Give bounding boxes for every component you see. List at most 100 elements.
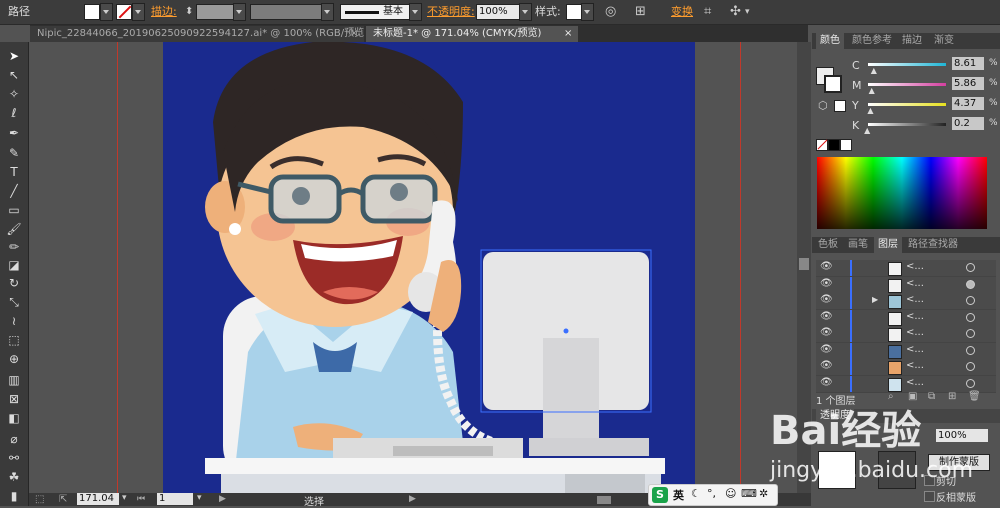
- tab-nipic-document[interactable]: Nipic_22844066_20190625090922594127.ai* …: [30, 26, 364, 42]
- visibility-eye-icon[interactable]: 👁: [820, 311, 833, 322]
- slider-y-knob[interactable]: ▲: [867, 106, 873, 115]
- tab-swatches[interactable]: 色板: [814, 237, 842, 253]
- artboard[interactable]: [163, 42, 695, 493]
- visibility-eye-icon[interactable]: 👁: [820, 261, 833, 272]
- chart-tool-icon[interactable]: ▥: [3, 372, 25, 389]
- tab-close-icon[interactable]: ×: [564, 26, 572, 42]
- zoom-dropdown-icon[interactable]: ▾: [122, 493, 127, 503]
- tab-layers[interactable]: 图层: [874, 237, 902, 253]
- rotate-tool-icon[interactable]: ↻: [3, 275, 25, 292]
- tab-untitled-document[interactable]: 未标题-1* @ 171.04% (CMYK/预览) ×: [366, 26, 578, 42]
- layer-row[interactable]: 👁 <...: [816, 342, 996, 360]
- next-page-icon[interactable]: ▶: [219, 494, 226, 504]
- ime-punctuation-icon[interactable]: °,: [707, 487, 716, 500]
- page-field[interactable]: 1: [157, 493, 193, 505]
- curvature-tool-icon[interactable]: ✎: [3, 145, 25, 162]
- stroke-weight-dropdown[interactable]: [233, 3, 246, 21]
- page-dropdown-icon[interactable]: ▾: [197, 493, 202, 503]
- lasso-tool-icon[interactable]: ℓ: [3, 105, 25, 122]
- tab-stroke[interactable]: 描边: [898, 33, 926, 49]
- canvas[interactable]: [29, 42, 807, 493]
- black-swatch[interactable]: [828, 139, 840, 151]
- column-graph-tool-icon[interactable]: ▮: [3, 488, 25, 505]
- layer-row[interactable]: 👁 <...: [816, 326, 996, 343]
- tab-pathfinder[interactable]: 路径查找器: [904, 237, 962, 253]
- layer-row[interactable]: 👁 <...: [816, 309, 996, 327]
- transform-label[interactable]: 变换: [671, 0, 693, 24]
- slider-k-knob[interactable]: ▲: [864, 126, 870, 135]
- menu-options-icon[interactable]: ✣: [730, 0, 741, 24]
- ime-moon-icon[interactable]: ☾: [691, 487, 701, 500]
- menu-options-chevron-icon[interactable]: ▾: [745, 0, 750, 24]
- selection-tool-icon[interactable]: ➤: [3, 48, 25, 65]
- slider-m[interactable]: M ▲ 5.86 %: [812, 77, 1000, 97]
- sogou-logo-icon[interactable]: S: [652, 487, 668, 503]
- layer-row[interactable]: 👁 <...: [816, 260, 996, 277]
- gradient-tool-icon[interactable]: ◧: [3, 410, 25, 427]
- opacity-label[interactable]: 不透明度:: [427, 0, 475, 24]
- white-swatch[interactable]: [840, 139, 852, 151]
- slider-m-track[interactable]: [868, 83, 946, 86]
- expand-arrow-icon[interactable]: ▶: [872, 295, 878, 304]
- target-circle-icon[interactable]: [966, 312, 975, 322]
- target-circle-icon[interactable]: [966, 345, 975, 355]
- slider-c-knob[interactable]: ▲: [871, 66, 877, 75]
- stroke-label[interactable]: 描边:: [151, 0, 177, 24]
- style-dropdown[interactable]: [581, 3, 594, 21]
- style-swatch[interactable]: [566, 4, 582, 20]
- slider-c-value[interactable]: 8.61: [952, 57, 984, 70]
- ime-tools-icon[interactable]: ✲: [759, 487, 768, 500]
- slider-k-track[interactable]: [868, 123, 946, 126]
- eyedropper-tool-icon[interactable]: ⌀: [3, 431, 25, 448]
- align-icon[interactable]: ⊞: [635, 0, 646, 24]
- tab-color[interactable]: 颜色: [816, 33, 844, 49]
- slider-c[interactable]: C ▲ 8.61 %: [812, 57, 1000, 77]
- layer-row[interactable]: 👁 ▶ <...: [816, 293, 996, 310]
- target-circle-icon[interactable]: [966, 279, 975, 289]
- layer-row[interactable]: 👁 <...: [816, 276, 996, 294]
- isolate-icon[interactable]: ⌗: [704, 0, 711, 24]
- slider-y-track[interactable]: [868, 103, 946, 106]
- ime-keyboard-icon[interactable]: ⌨: [741, 487, 757, 500]
- slider-m-knob[interactable]: ▲: [869, 86, 875, 95]
- recolor-icon[interactable]: ◎: [605, 0, 616, 24]
- target-circle-icon[interactable]: [966, 378, 975, 388]
- visibility-eye-icon[interactable]: 👁: [820, 327, 833, 338]
- target-circle-icon[interactable]: [966, 362, 975, 371]
- tab-brushes[interactable]: 画笔: [844, 237, 872, 253]
- paintbrush-tool-icon[interactable]: 🖌: [3, 221, 25, 238]
- ime-language[interactable]: 英: [673, 487, 684, 503]
- slider-y-value[interactable]: 4.37: [952, 97, 984, 110]
- stroke-dropdown[interactable]: [132, 3, 145, 21]
- color-spectrum[interactable]: [817, 157, 987, 229]
- status-arrow-icon[interactable]: ▶: [409, 494, 416, 504]
- slider-c-track[interactable]: [868, 63, 946, 66]
- rectangle-tool-icon[interactable]: ▭: [3, 202, 25, 219]
- brush-dropdown[interactable]: [409, 3, 422, 21]
- screen-mode-icon[interactable]: ⬚: [35, 494, 44, 505]
- stroke-stepper-icon[interactable]: ⬍: [185, 0, 193, 24]
- layer-row[interactable]: 👁 <...: [816, 359, 996, 376]
- slider-y[interactable]: Y ▲ 4.37 %: [812, 97, 1000, 117]
- stroke-swatch[interactable]: [116, 4, 132, 20]
- fill-dropdown[interactable]: [100, 3, 113, 21]
- fill-swatch[interactable]: [84, 4, 100, 20]
- opacity-dropdown[interactable]: [519, 3, 532, 21]
- slider-m-value[interactable]: 5.86: [952, 77, 984, 90]
- first-page-icon[interactable]: ⏮: [137, 494, 145, 504]
- brush-field[interactable]: 基本: [340, 4, 410, 20]
- scroll-thumb[interactable]: [799, 258, 809, 270]
- visibility-eye-icon[interactable]: 👁: [820, 377, 833, 388]
- visibility-eye-icon[interactable]: 👁: [820, 360, 833, 371]
- stroke-weight-field[interactable]: [196, 4, 234, 20]
- eraser-tool-icon[interactable]: ◪: [3, 257, 25, 274]
- zoom-field[interactable]: 171.04: [77, 493, 119, 505]
- ime-smile-icon[interactable]: ☺: [725, 487, 736, 500]
- tab-gradient[interactable]: 渐变: [930, 33, 958, 49]
- none-swatch[interactable]: [816, 139, 828, 151]
- symbol-sprayer-tool-icon[interactable]: ☘: [3, 469, 25, 486]
- magic-wand-tool-icon[interactable]: ✧: [3, 86, 25, 103]
- line-tool-icon[interactable]: ╱: [3, 183, 25, 200]
- warp-tool-icon[interactable]: ≀: [3, 313, 25, 330]
- visibility-eye-icon[interactable]: 👁: [820, 278, 833, 289]
